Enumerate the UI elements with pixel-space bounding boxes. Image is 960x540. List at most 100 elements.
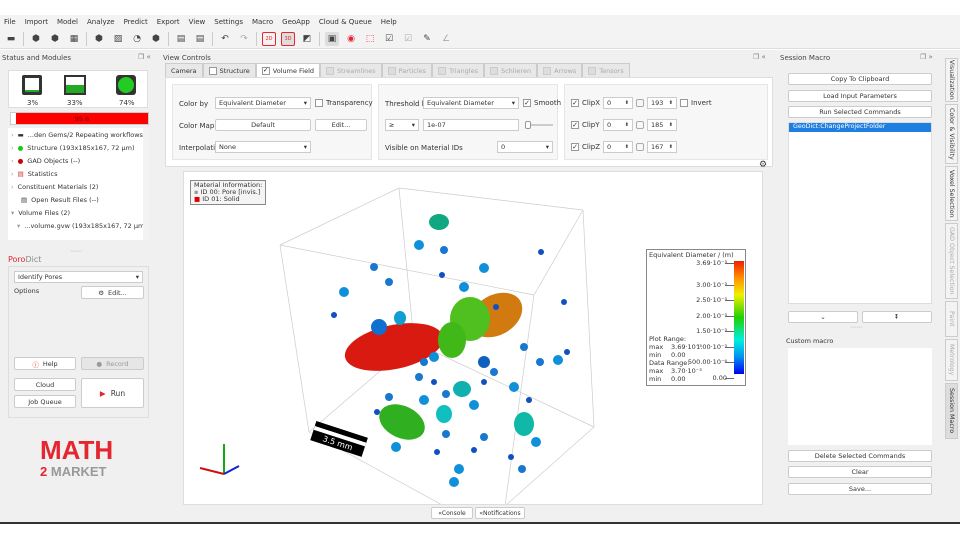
macro-command[interactable]: ImageProcessing:Thresholding [791,157,931,166]
view-2d-button[interactable]: 2D [262,31,276,46]
clip-max-spinbox[interactable]: 167 ⬍ [647,141,677,153]
macro-icon[interactable]: ▤ [193,32,207,46]
menu-analyze[interactable]: Analyze [87,18,115,26]
menu-settings[interactable]: Settings [214,18,243,26]
visible-material-select[interactable]: 0 ▾ [497,141,553,153]
cloud-button[interactable]: Cloud [14,378,76,391]
command-select[interactable]: Identify Pores ▾ [14,271,143,283]
measure-icon[interactable]: ✎ [420,32,434,46]
save-video-icon[interactable]: ◔ [130,32,144,46]
float-expand-icon[interactable]: ❐ » [920,53,933,61]
splitter-handle[interactable]: ⋯⋯ [850,324,862,331]
tab-camera[interactable]: Camera [165,63,203,77]
checkbox[interactable] [489,66,498,75]
tab-particles[interactable]: Particles [381,63,433,77]
macro-command[interactable]: GeoDict:LoadVolumeFile [791,208,931,217]
3d-viewport[interactable]: Material Information: ▪ ID 00: Pore [inv… [183,171,763,505]
link-toggle[interactable] [636,121,644,129]
scrollbar[interactable] [143,128,149,240]
clip-min-spinbox[interactable]: 0 ⬍ [603,97,633,109]
move-bottom-button[interactable]: ⏬︎ [862,311,932,323]
results-icon[interactable]: ▤ [174,32,188,46]
checkbox[interactable] [315,99,323,107]
open-folder-icon[interactable]: ▬ [4,32,18,46]
spin-arrows-icon[interactable]: ⬍ [669,100,673,106]
notifications-tab[interactable]: « Notifications [475,507,525,519]
macro-command[interactable]: GeoDictResults:LoadGdrFile [791,166,931,175]
angle-icon[interactable]: ∠ [439,32,453,46]
splitter-handle[interactable]: ⋯⋯ [70,248,82,255]
macro-command[interactable]: ImportGeoVol:GetGrayValueImage [791,149,931,158]
link-toggle[interactable] [636,99,644,107]
clip-checkbox[interactable]: ✓ [571,99,579,107]
tree-item-gad[interactable]: › ● GAD Objects (--) [11,154,149,167]
tree-item-structure[interactable]: › ● Structure (193x185x167, 72 µm) [11,141,149,154]
tab-streamlines[interactable]: Streamlines [320,63,382,77]
macro-command[interactable]: GeoDictResults:LoadGdrFile [791,191,931,200]
job-queue-button[interactable]: Job Queue [14,395,76,408]
checkbox[interactable]: ✓ [523,99,531,107]
tree-item-results[interactable]: ▤ Open Result Files (--) [11,193,149,206]
checkbox[interactable]: ✓ [261,66,270,75]
macro-command[interactable]: GeoDictImage:Save3D [791,234,931,243]
clip-min-spinbox[interactable]: 0 ⬍ [603,141,633,153]
macro-command[interactable]: GeoDictResults:LoadGdrFile [791,268,931,277]
tree-item-volume[interactable]: ▾ ...volume.gvw (193x185x167, 72 µm) [11,219,149,232]
custom-macro-textarea[interactable] [788,348,932,445]
macro-command[interactable]: GeoDictResults:CloseGdrFile [791,217,931,226]
macro-command[interactable]: GeoDictResults:CloseGdrFile [791,174,931,183]
redo-icon[interactable]: ↷ [237,32,251,46]
checkbox[interactable] [326,66,335,75]
operator-select[interactable]: ≥ ▾ [385,119,419,131]
threshold-value-input[interactable]: 1e-07 [423,119,519,131]
side-tab-color-visibility[interactable]: Color & Visibility [945,104,958,164]
tab-structure[interactable]: Structure [202,63,256,77]
move-down-button[interactable]: ⌄ [788,311,858,323]
select-region-icon[interactable]: ⬚ [363,32,377,46]
macro-command[interactable]: GeoDict:SetExpertSettings [791,132,931,141]
spin-arrows-icon[interactable]: ⬍ [669,144,673,150]
clear-button[interactable]: Clear [788,466,932,478]
tab-schlieren[interactable]: Schlieren [483,63,538,77]
options-edit-button[interactable]: ⚙ Edit... [81,286,144,299]
run-button[interactable]: ▶ Run [81,378,144,408]
side-tab-session-macro[interactable]: Session Macro [945,383,958,439]
checkbox[interactable] [387,66,396,75]
menu-file[interactable]: File [4,18,16,26]
structure-load-icon[interactable]: ⬢ [48,32,62,46]
tree-item-project[interactable]: › ▬ ...den Gems/2 Repeating workflows [11,128,149,141]
color-map-select[interactable]: Default [215,119,311,131]
spin-arrows-icon[interactable]: ⬍ [625,122,629,128]
clip-max-spinbox[interactable]: 185 ⬍ [647,119,677,131]
clip-checkbox[interactable]: ✓ [571,121,579,129]
checkbox[interactable] [438,66,447,75]
side-tab-gad-object-selection[interactable]: GAD Object Selection [945,223,958,299]
macro-command[interactable]: GeoDictResults:SavePlots [791,200,931,209]
invert-checkbox[interactable] [680,99,688,107]
view-3d-button[interactable]: 3D [281,31,295,46]
macro-command[interactable]: GeoDictImage:Save3D [791,251,931,260]
tree-item-statistics[interactable]: › ▤ Statistics [11,167,149,180]
macro-command[interactable]: GeoDictVideo:ExportKeyFrame [791,259,931,268]
spin-arrows-icon[interactable]: ⬍ [669,122,673,128]
macro-command[interactable]: GeoDict:SetViewStatus [791,225,931,234]
side-tab-visualization[interactable]: Visualization [945,58,958,102]
check-icon[interactable]: ☑ [382,32,396,46]
save-structure-icon[interactable]: ⬢ [92,32,106,46]
macro-command[interactable]: GeoDict:Preferences [791,140,931,149]
tab-tensors[interactable]: Tensors [582,63,630,77]
save-image-icon[interactable]: ▨ [111,32,125,46]
settings-gear-icon[interactable]: ⚙ [759,160,767,170]
side-tab-metrology[interactable]: Metrology [945,339,958,381]
link-toggle[interactable] [636,143,644,151]
record-button[interactable]: ● Record [81,357,144,370]
tree-item-volume-files[interactable]: ▾ Volume Files (2) [11,206,149,219]
console-tab[interactable]: « Console [431,507,473,519]
color-by-select[interactable]: Equivalent Diameter ▾ [215,97,311,109]
menu-import[interactable]: Import [25,18,48,26]
float-collapse-icon[interactable]: ❐ « [753,53,766,61]
tab-arrows[interactable]: Arrows [537,63,583,77]
transparency-checkbox[interactable]: Transparency [315,99,373,107]
structure-icon[interactable]: ⬢ [29,32,43,46]
menu-help[interactable]: Help [381,18,397,26]
